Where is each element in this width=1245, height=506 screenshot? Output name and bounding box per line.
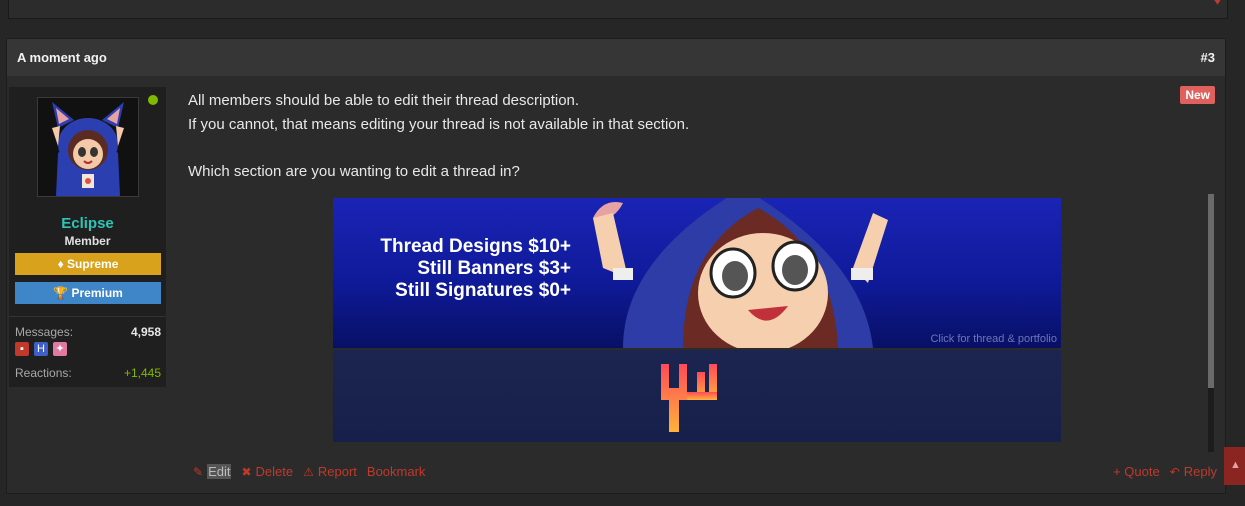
messages-value[interactable]: 4,958 xyxy=(131,325,161,339)
trophy-icons: ▪ H ✦ xyxy=(15,342,67,356)
bookmark-label: Bookmark xyxy=(366,464,426,479)
new-badge: New xyxy=(1180,86,1215,104)
character-illustration xyxy=(593,198,888,348)
briefcase-icon[interactable]: ▪ xyxy=(15,342,29,356)
username[interactable]: Eclipse xyxy=(9,215,166,232)
avatar[interactable] xyxy=(37,97,139,197)
signature-line-2: Still Banners $3+ xyxy=(417,258,571,279)
scroll-to-top-button[interactable]: ▲ xyxy=(1224,447,1245,485)
post-number[interactable]: #3 xyxy=(1201,50,1215,65)
quote-button[interactable]: + Quote xyxy=(1113,464,1160,479)
signature-prices: Thread Designs $10+ Still Banners $3+ St… xyxy=(380,236,571,302)
post-actions-left: ✎ Edit ✖ Delete ⚠ Report Bookmark xyxy=(193,464,425,479)
report-button[interactable]: ⚠ Report xyxy=(303,464,357,479)
reactions-value[interactable]: +1,445 xyxy=(124,366,161,380)
user-details: Eclipse Member ♦ Supreme 🏆 Premium Messa… xyxy=(9,207,166,387)
quote-label: + Quote xyxy=(1113,464,1160,479)
message-line-1: All members should be able to edit their… xyxy=(188,92,580,109)
supreme-label: Supreme xyxy=(67,257,119,271)
trophy-icon: 🏆 xyxy=(53,286,69,300)
post: A moment ago #3 Eclipse Member ♦ Supreme… xyxy=(6,38,1226,494)
reply-button[interactable]: ↶ Reply xyxy=(1170,464,1217,479)
hub-icon[interactable]: H xyxy=(34,342,48,356)
user-info: Eclipse Member ♦ Supreme 🏆 Premium Messa… xyxy=(9,87,166,387)
reply-label: Reply xyxy=(1183,464,1217,479)
user-title: Member xyxy=(64,234,111,248)
heart-icon[interactable]: ♥ xyxy=(1214,0,1221,8)
signature-line-3: Still Signatures $0+ xyxy=(395,280,571,301)
chevron-up-icon: ▲ xyxy=(1230,459,1241,471)
post-header: A moment ago #3 xyxy=(7,39,1225,76)
signature[interactable]: Thread Designs $10+ Still Banners $3+ St… xyxy=(333,198,1061,442)
bookmark-button[interactable]: Bookmark xyxy=(367,464,426,479)
post-actions-right: + Quote ↶ Reply xyxy=(1113,464,1217,479)
messages-label: Messages: xyxy=(15,325,74,339)
premium-label: Premium xyxy=(71,286,123,300)
diamond-icon: ♦ xyxy=(57,257,64,271)
edit-label: Edit xyxy=(207,464,232,479)
signature-banner[interactable]: Thread Designs $10+ Still Banners $3+ St… xyxy=(333,198,1061,348)
signature-scrollbar[interactable] xyxy=(1208,194,1214,452)
x-icon: ✖ xyxy=(241,464,252,479)
reactions-label: Reactions: xyxy=(15,366,72,380)
online-indicator xyxy=(148,95,158,105)
gift-icon[interactable]: ✦ xyxy=(53,342,67,356)
message-line-3 xyxy=(188,136,689,160)
warning-icon: ⚠ xyxy=(303,464,314,479)
premium-banner: 🏆 Premium xyxy=(15,282,161,304)
edit-button[interactable]: ✎ Edit xyxy=(193,464,232,479)
trident-logo-icon xyxy=(661,364,717,432)
message-line-4: Which section are you wanting to edit a … xyxy=(188,162,520,180)
delete-button[interactable]: ✖ Delete xyxy=(241,464,293,479)
stats-divider xyxy=(9,316,166,317)
delete-label: Delete xyxy=(255,464,294,479)
pencil-icon: ✎ xyxy=(193,464,204,479)
post-time[interactable]: A moment ago xyxy=(17,50,107,65)
previous-post-footer: ♥ xyxy=(8,0,1228,19)
signature-line-1: Thread Designs $10+ xyxy=(380,236,571,257)
supreme-banner: ♦ Supreme xyxy=(15,253,161,275)
scrollbar-thumb[interactable] xyxy=(1208,194,1214,388)
message-body: All members should be able to edit their… xyxy=(188,89,689,183)
signature-click-text[interactable]: Click for thread & portfolio xyxy=(930,333,1057,345)
reply-arrow-icon: ↶ xyxy=(1169,464,1180,479)
signature-logo-banner[interactable] xyxy=(333,350,1061,442)
report-label: Report xyxy=(317,464,357,479)
message-line-2: If you cannot, that means editing your t… xyxy=(188,115,690,133)
